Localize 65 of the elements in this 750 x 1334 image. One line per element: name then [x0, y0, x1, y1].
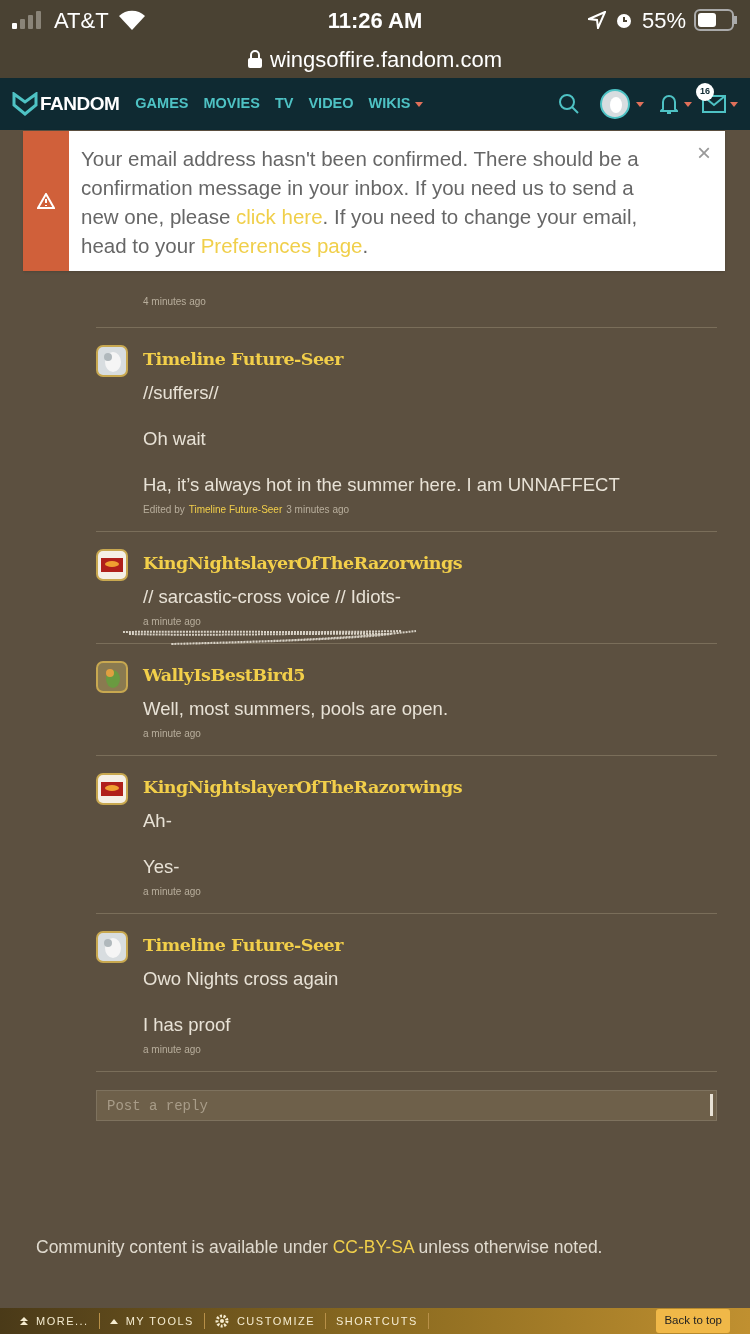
comment-text: Ha, it’s always hot in the summer here. I am UNNAFFECT: [143, 473, 620, 497]
comment-text: Owo Nights cross again: [143, 967, 340, 991]
caret-icon: [684, 101, 692, 107]
toolbar-item[interactable]: MORE...: [20, 1312, 100, 1330]
comment-timestamp: a minute ago: [143, 1043, 201, 1057]
battery-icon: [694, 9, 738, 31]
comment-author[interactable]: Timeline Future-Seer: [143, 345, 620, 373]
carrier-label: AT&T: [54, 6, 109, 35]
comment-author[interactable]: KingNightslayerOfTheRazorwings: [143, 549, 463, 577]
message-count-badge: 16: [696, 83, 714, 101]
battery-percent: 55%: [641, 6, 686, 35]
wifi-icon: [116, 9, 147, 31]
back-to-top-button[interactable]: Back to top: [656, 1309, 730, 1333]
email-warning-message: Your email address hasn't been confirmed. There should be a confirmation message in your inbox. If you need us to send a new one, please click here. If you need to change your email, head to your Preferences page.: [80, 146, 640, 259]
nav-link[interactable]: GAMES: [135, 93, 189, 115]
nav-link[interactable]: TV: [274, 93, 294, 115]
comment-text: Yes-: [143, 855, 181, 879]
nav-link[interactable]: WIKIS: [368, 93, 424, 115]
comment-timestamp: 4 minutes ago: [143, 296, 206, 307]
comment-author[interactable]: KingNightslayerOfTheRazorwings: [143, 773, 463, 801]
url-text[interactable]: wingsoffire.fandom.com: [270, 42, 502, 76]
user-avatar-icon[interactable]: [96, 661, 128, 693]
toolbar-item[interactable]: SHORTCUTS: [336, 1312, 429, 1330]
comment-author[interactable]: WallyIsBestBird5: [143, 661, 449, 689]
user-avatar-icon[interactable]: [96, 549, 128, 581]
comment-timestamp: a minute ago: [143, 885, 201, 899]
notification-bell-icon[interactable]: [660, 92, 678, 116]
editor-link[interactable]: Timeline Future-Seer: [188, 503, 283, 517]
user-avatar-icon[interactable]: [96, 345, 128, 377]
comment-text: //suffers//: [143, 381, 220, 405]
lock-icon: [248, 50, 263, 68]
comment-text: Well, most summers, pools are open.: [143, 697, 449, 721]
comment-text: Oh wait: [143, 427, 207, 451]
comment-text: I has proof: [143, 1013, 232, 1037]
close-button[interactable]: ×: [697, 141, 711, 165]
settings-icon: [214, 1314, 229, 1328]
comment-timestamp: a minute ago: [143, 727, 201, 741]
caret-icon: [636, 101, 644, 107]
toolbar-item[interactable]: CUSTOMIZE: [214, 1312, 326, 1330]
caret-up-icon: [109, 1318, 118, 1324]
search-icon[interactable]: [558, 93, 580, 115]
resize-handle-icon: [710, 1094, 713, 1116]
profile-avatar-icon[interactable]: [600, 89, 630, 119]
messages-icon[interactable]: [702, 95, 726, 113]
fandom-logo-icon[interactable]: [12, 92, 38, 116]
location-icon: [587, 11, 606, 29]
expand-up-icon: [20, 1317, 28, 1325]
edited-label: Edited by: [143, 503, 185, 517]
user-avatar-icon[interactable]: [96, 931, 128, 963]
comment-text: Ah-: [143, 809, 173, 833]
user-avatar-icon[interactable]: [96, 773, 128, 805]
license-link[interactable]: CC-BY-SA: [332, 1236, 414, 1257]
reply-field[interactable]: Post a reply: [96, 1090, 717, 1121]
comment-timestamp: 3 minutes ago: [286, 503, 350, 517]
nav-link[interactable]: VIDEO: [308, 93, 354, 115]
caret-icon: [730, 101, 738, 107]
comment-timestamp: a minute ago: [143, 615, 201, 629]
fandom-logo[interactable]: FANDOM: [40, 89, 120, 119]
warning-icon: [37, 193, 55, 209]
license-notice: Community content is available under CC-BY-SA unless otherwise noted.: [35, 1235, 604, 1259]
nav-link[interactable]: MOVIES: [203, 93, 260, 115]
comment-author[interactable]: Timeline Future-Seer: [143, 931, 343, 959]
toolbar-item[interactable]: MY TOOLS: [109, 1312, 205, 1330]
clock-time: 11:26 AM: [327, 6, 423, 35]
comment-text: // sarcastic-cross voice // Idiots-: [143, 585, 403, 609]
